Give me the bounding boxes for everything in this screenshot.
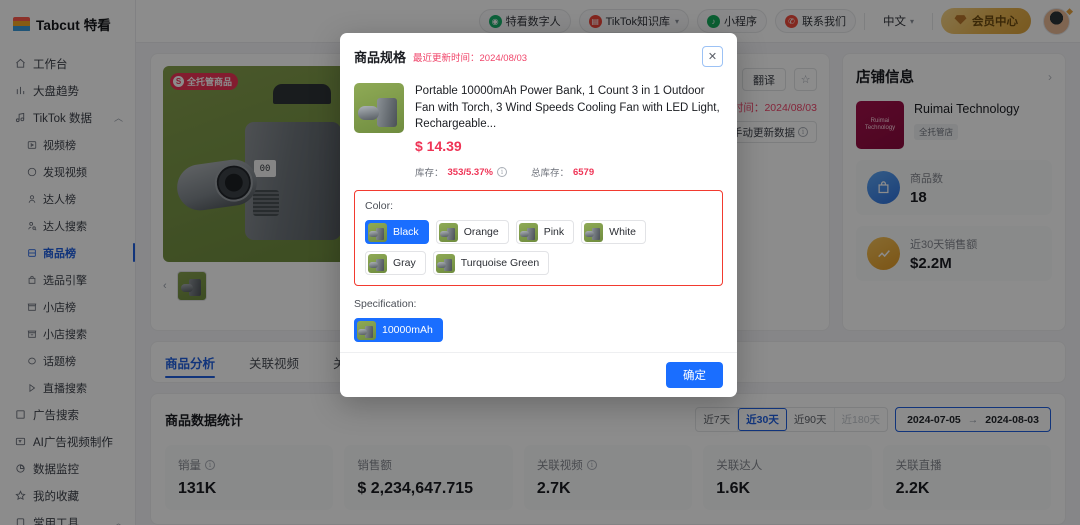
confirm-button[interactable]: 确定 [666,362,723,389]
specification-label: Specification: [354,298,417,311]
stock-value: 353/5.37% [447,166,493,178]
color-option-group: Color: Black Orange Pink White Gray Turq… [354,190,723,287]
color-chip-label: Orange [463,226,499,239]
color-chip-pink[interactable]: Pink [515,220,575,245]
color-thumb-icon [368,253,387,273]
color-chip-orange[interactable]: Orange [435,220,509,245]
color-chips: Black Orange Pink White Gray Turquoise G… [365,220,712,276]
color-chip-label: Gray [393,257,416,270]
color-thumb-icon [368,222,387,242]
modal-product-price: $ 14.39 [415,138,462,155]
color-chip-label: Black [393,226,419,239]
color-thumb-icon [518,222,538,242]
modal-product-thumb [354,83,404,133]
spec-chip-label: 10000mAh [382,324,433,337]
color-chip-turquoise-green[interactable]: Turquoise Green [432,251,550,276]
modal-title: 商品规格 [354,50,407,65]
modal-body: Portable 10000mAh Power Bank, 1 Count 3 … [340,77,737,352]
color-chip-black[interactable]: Black [365,220,429,245]
total-stock-label: 总库存： [530,168,569,180]
modal-product-row: Portable 10000mAh Power Bank, 1 Count 3 … [354,83,723,154]
specification-group: Specification: 10000mAh [354,298,723,343]
spec-chip-10000mah[interactable]: 10000mAh [354,318,443,343]
modal-stock-row: 库存： 353/5.37% i 总库存： 6579 [354,165,723,180]
color-chip-label: White [609,226,636,239]
modal-footer: 确定 [340,352,737,397]
color-chip-label: Turquoise Green [460,257,540,270]
product-spec-modal: 商品规格 最近更新时间：2024/08/03 ✕ Portable 10000m… [340,33,737,398]
color-chip-white[interactable]: White [581,220,646,245]
color-chip-gray[interactable]: Gray [365,251,426,276]
close-icon[interactable]: ✕ [702,46,723,67]
stock-label: 库存： [415,168,444,180]
info-icon[interactable]: i [496,167,507,178]
color-label: Color: [365,200,394,213]
color-chip-label: Pink [543,226,565,239]
spec-thumb-icon [357,320,376,340]
modal-product-text: Portable 10000mAh Power Bank, 1 Count 3 … [415,83,723,154]
color-thumb-icon [435,253,455,273]
modal-subtitle: 最近更新时间：2024/08/03 [413,52,528,64]
color-thumb-icon [438,222,458,242]
modal-header: 商品规格 最近更新时间：2024/08/03 ✕ [340,33,737,77]
specification-chips: 10000mAh [354,318,723,343]
app-root: Tabcut 特看 工作台 大盘趋势 TikTok 数据 ︿ 视频榜 发现视频 … [0,0,1080,525]
total-stock-value: 6579 [572,166,595,178]
color-thumb-icon [584,222,604,242]
modal-product-title: Portable 10000mAh Power Bank, 1 Count 3 … [415,85,720,131]
